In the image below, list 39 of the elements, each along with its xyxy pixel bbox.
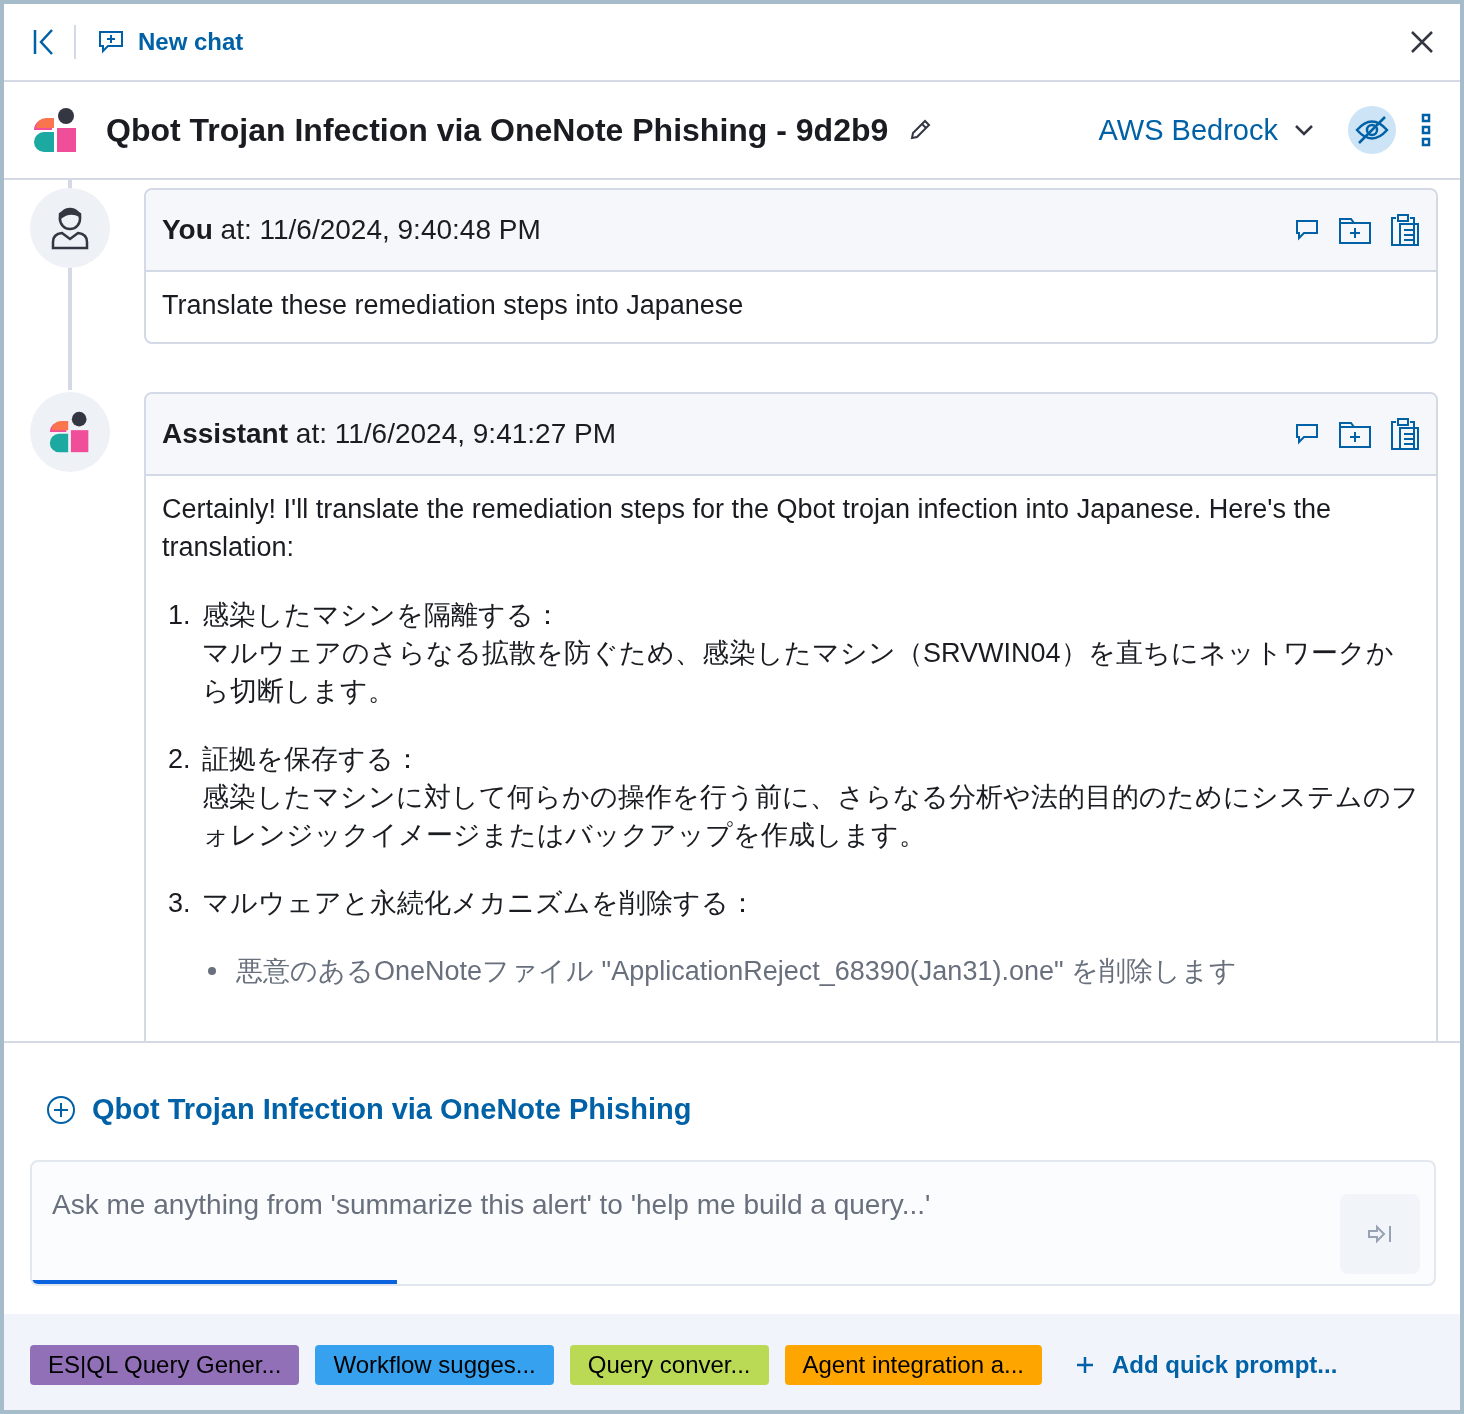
- chevron-down-icon: [1294, 124, 1314, 136]
- new-chat-button[interactable]: New chat: [94, 24, 248, 60]
- quick-prompt[interactable]: Agent integration a...: [784, 1345, 1042, 1385]
- prompt-field[interactable]: Ask me anything from 'summarize this alert' to 'help me build a query...': [30, 1160, 1436, 1286]
- message-timestamp: You at: 11/6/2024, 9:40:48 PM: [162, 214, 542, 246]
- step-title: マルウェアと永続化メカニズムを削除する：: [202, 887, 757, 920]
- step-text: 感染したマシンに対して何らかの操作を行う前に、さらなる分析や法的目的のためにシステムのフォレンジックイメージまたはバックアップを作成します。: [202, 781, 1420, 852]
- comment-icon[interactable]: [1294, 421, 1320, 447]
- connector-selector[interactable]: AWS Bedrock: [1094, 109, 1318, 151]
- eye-slash-icon: [1355, 115, 1389, 145]
- step-text: マルウェアのさらなる拡散を防ぐため、感染したマシン（SRVWIN04）を直ちにネットワークから切断します。: [202, 637, 1395, 708]
- step-number: 2.: [168, 743, 192, 776]
- conversation-title: Qbot Trojan Infection via OneNote Phishing - 9d2b9: [106, 111, 889, 149]
- message-text: Translate these remediation steps into Japanese: [162, 289, 745, 322]
- step-number: 3.: [168, 887, 192, 920]
- bullet-text: 悪意のあるOneNoteファイル "ApplicationReject_68390(Jan31).one" を削除します: [236, 955, 1238, 988]
- prompt-input[interactable]: Ask me anything from 'summarize this alert' to 'help me build a query...': [32, 1162, 1340, 1248]
- message-text: Certainly! I'll translate the remediation steps for the Qbot trojan infection into Japanese. Here's the translation:: [162, 493, 1332, 564]
- step-title: 感染したマシンを隔離する：: [202, 599, 562, 632]
- message-timestamp: Assistant at: 11/6/2024, 9:41:27 PM: [162, 418, 617, 450]
- bullet-dot: [208, 967, 216, 975]
- context-link[interactable]: Qbot Trojan Infection via OneNote Phishing: [42, 1089, 696, 1130]
- clipboard-icon[interactable]: [1390, 213, 1420, 247]
- folder-plus-icon[interactable]: [1338, 419, 1372, 449]
- chat-plus-icon: [98, 30, 124, 54]
- quick-prompt[interactable]: ES|QL Query Gener...: [30, 1345, 300, 1385]
- quick-prompt[interactable]: Query conver...: [569, 1345, 769, 1385]
- add-quick-prompt-button[interactable]: Add quick prompt...: [1072, 1347, 1342, 1383]
- folder-plus-icon[interactable]: [1338, 215, 1372, 245]
- step-title: 証拠を保存する：: [202, 743, 422, 776]
- quick-prompt[interactable]: Workflow sugges...: [315, 1345, 554, 1385]
- anonymize-toggle[interactable]: [1348, 106, 1396, 154]
- user-icon: [50, 206, 90, 250]
- plus-icon: [1076, 1356, 1094, 1374]
- send-icon: [1367, 1224, 1393, 1244]
- clipboard-icon[interactable]: [1390, 417, 1420, 451]
- comment-icon[interactable]: [1294, 217, 1320, 243]
- step-number: 1.: [168, 599, 192, 632]
- plus-circle-icon: [46, 1094, 76, 1125]
